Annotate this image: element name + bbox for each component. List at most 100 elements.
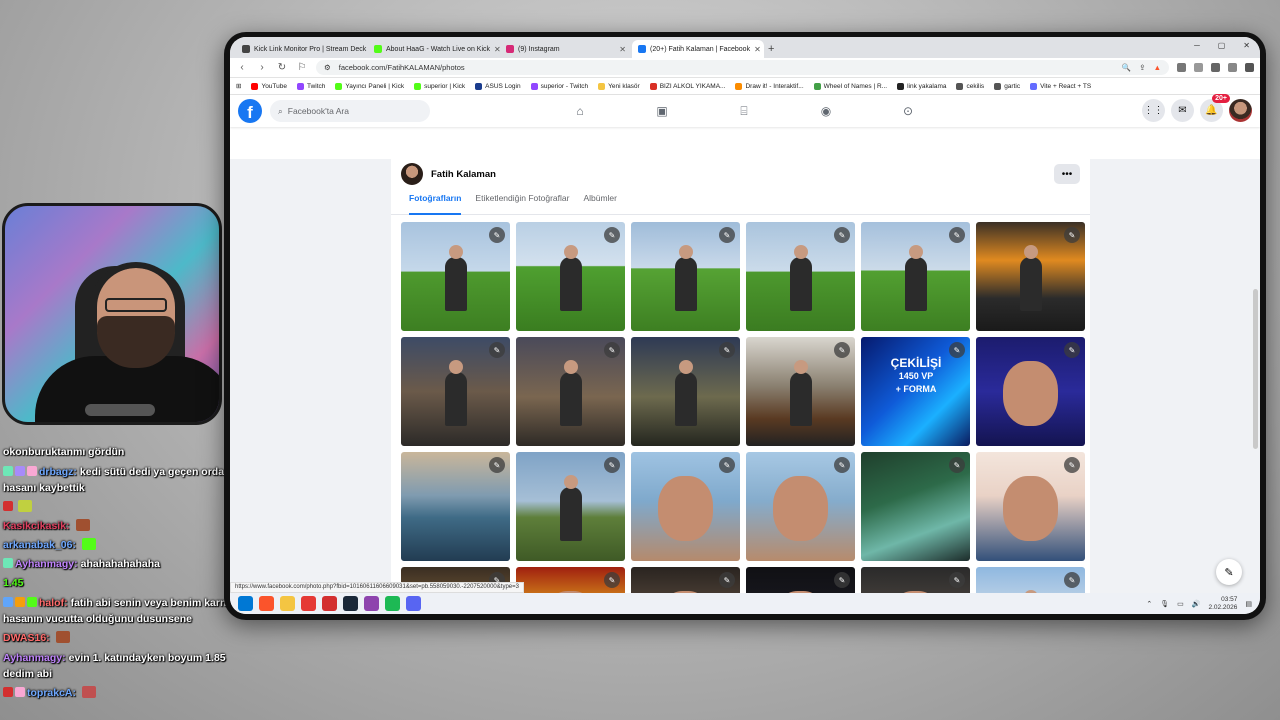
- menu-grid-icon[interactable]: ⋮⋮: [1142, 99, 1165, 122]
- back-icon[interactable]: ‹: [236, 62, 248, 73]
- bookmark-item[interactable]: cekilis: [956, 82, 984, 90]
- brave-shield-icon[interactable]: ▲: [1154, 63, 1161, 72]
- site-info-icon[interactable]: ⚙: [324, 63, 331, 72]
- tab-photos-2[interactable]: Albümler: [583, 189, 617, 215]
- bookmark-item[interactable]: superior | Kick: [414, 82, 465, 90]
- windows-start-icon[interactable]: [238, 596, 253, 611]
- photo-thumbnail[interactable]: ✎: [861, 567, 970, 593]
- bookmark-item[interactable]: Yayıncı Paneli | Kick: [335, 82, 404, 90]
- edit-pencil-icon[interactable]: ✎: [719, 572, 735, 588]
- edit-pencil-icon[interactable]: ✎: [719, 457, 735, 473]
- edit-pencil-icon[interactable]: ✎: [949, 457, 965, 473]
- zoom-icon[interactable]: 🔍: [1122, 63, 1131, 72]
- edit-pencil-icon[interactable]: ✎: [1064, 227, 1080, 243]
- photo-thumbnail[interactable]: ✎: [976, 567, 1085, 593]
- obs-icon[interactable]: [322, 596, 337, 611]
- address-bar[interactable]: ⚙ facebook.com/FatihKALAMAN/photos 🔍 ⇪ ▲: [316, 60, 1169, 75]
- photo-thumbnail[interactable]: ✎: [861, 222, 970, 331]
- edit-pencil-icon[interactable]: ✎: [949, 227, 965, 243]
- extension-icon[interactable]: [1228, 63, 1237, 72]
- bookmark-item[interactable]: Vite + React + TS: [1030, 82, 1091, 90]
- edit-pencil-icon[interactable]: ✎: [834, 342, 850, 358]
- photo-thumbnail[interactable]: ✎: [516, 567, 625, 593]
- sidebar-icon[interactable]: [1211, 63, 1220, 72]
- edit-pencil-icon[interactable]: ✎: [834, 572, 850, 588]
- photo-thumbnail[interactable]: ✎: [746, 452, 855, 561]
- photo-thumbnail[interactable]: ✎: [976, 452, 1085, 561]
- browser-tab[interactable]: About HaaG - Watch Live on Kick ✕: [368, 40, 500, 58]
- chat-username[interactable]: Kasikcikasik:: [3, 520, 70, 532]
- groups-icon[interactable]: ◉: [816, 104, 836, 118]
- profile-name[interactable]: Fatih Kalaman: [431, 169, 496, 180]
- chat-username[interactable]: DWAS16:: [3, 632, 50, 644]
- marketplace-icon[interactable]: ⌸: [734, 104, 754, 119]
- extension-icon[interactable]: [1177, 63, 1186, 72]
- bookmark-item[interactable]: gartic: [994, 82, 1020, 90]
- edit-pencil-icon[interactable]: ✎: [719, 342, 735, 358]
- profile-avatar[interactable]: [401, 163, 423, 185]
- photo-thumbnail[interactable]: ✎: [746, 337, 855, 446]
- bookmark-item[interactable]: ASUS Login: [475, 82, 521, 90]
- chat-username[interactable]: Ayhanmagy:: [15, 558, 78, 570]
- photo-thumbnail[interactable]: ✎: [631, 337, 740, 446]
- edit-pencil-icon[interactable]: ✎: [949, 572, 965, 588]
- edit-pencil-icon[interactable]: ✎: [604, 227, 620, 243]
- photo-thumbnail[interactable]: ✎: [631, 567, 740, 593]
- photo-thumbnail[interactable]: ✎: [401, 452, 510, 561]
- bookmark-item[interactable]: Twitch: [297, 82, 325, 90]
- notification-center-icon[interactable]: ▤: [1245, 600, 1252, 608]
- edit-pencil-icon[interactable]: ✎: [604, 572, 620, 588]
- messenger-icon[interactable]: ✉: [1171, 99, 1194, 122]
- video-icon[interactable]: ▣: [652, 104, 672, 118]
- share-icon[interactable]: ⇪: [1139, 63, 1145, 72]
- photo-thumbnail[interactable]: ✎: [976, 337, 1085, 446]
- reload-icon[interactable]: ↻: [276, 62, 288, 73]
- chat-username[interactable]: halof:: [39, 597, 68, 609]
- forward-icon[interactable]: ›: [256, 62, 268, 73]
- chat-username[interactable]: arkanabak_06:: [3, 539, 76, 551]
- bookmark-item[interactable]: Yeni klasör: [598, 82, 640, 90]
- notifications-icon[interactable]: 🔔 20+: [1200, 94, 1230, 122]
- photo-thumbnail[interactable]: ✎: [516, 452, 625, 561]
- bookmark-icon[interactable]: ⚐: [296, 62, 308, 73]
- photo-thumbnail[interactable]: ✎: [401, 337, 510, 446]
- photo-thumbnail[interactable]: ÇEKİLİŞİ 1450 VP + FORMA ✎: [861, 337, 970, 446]
- photo-thumbnail[interactable]: ✎: [976, 222, 1085, 331]
- pin-icon[interactable]: [301, 596, 316, 611]
- new-message-button[interactable]: ✎: [1216, 559, 1242, 585]
- bookmark-item[interactable]: link yakalama: [897, 82, 946, 90]
- extension-icon[interactable]: [1194, 63, 1203, 72]
- edit-pencil-icon[interactable]: ✎: [1064, 457, 1080, 473]
- more-options-button[interactable]: •••: [1054, 164, 1080, 184]
- folder-icon[interactable]: [280, 596, 295, 611]
- spotify-icon[interactable]: [385, 596, 400, 611]
- edit-pencil-icon[interactable]: ✎: [834, 227, 850, 243]
- mic-icon[interactable]: 🎙: [1160, 600, 1169, 608]
- network-icon[interactable]: ▭: [1177, 600, 1184, 608]
- bookmark-item[interactable]: BIZI ALKOL YIKAMA...: [649, 82, 725, 90]
- photo-thumbnail[interactable]: ✎: [746, 222, 855, 331]
- photo-thumbnail[interactable]: ✎: [516, 337, 625, 446]
- clock[interactable]: 03:57 2.02.2026: [1208, 596, 1237, 612]
- facebook-search-input[interactable]: ⌕ Facebook'ta Ara: [270, 100, 430, 122]
- tab-photos-0[interactable]: Fotoğrafların: [409, 189, 462, 215]
- account-avatar[interactable]: [1229, 99, 1252, 122]
- steam-icon[interactable]: [343, 596, 358, 611]
- chat-username[interactable]: Ayhanmagy:: [3, 652, 66, 664]
- facebook-logo-icon[interactable]: f: [238, 99, 262, 123]
- edit-pencil-icon[interactable]: ✎: [1064, 342, 1080, 358]
- photo-thumbnail[interactable]: ✎: [631, 222, 740, 331]
- edit-pencil-icon[interactable]: ✎: [489, 342, 505, 358]
- edit-pencil-icon[interactable]: ✎: [949, 342, 965, 358]
- photo-thumbnail[interactable]: ✎: [401, 222, 510, 331]
- edit-pencil-icon[interactable]: ✎: [834, 457, 850, 473]
- scrollbar[interactable]: [1253, 289, 1258, 449]
- volume-icon[interactable]: 🔊: [1192, 600, 1201, 608]
- app-icon[interactable]: [364, 596, 379, 611]
- chat-username[interactable]: toprakcA:: [27, 687, 76, 699]
- bookmark-item[interactable]: superior - Twitch: [530, 82, 588, 90]
- chat-username[interactable]: drbagz:: [39, 466, 77, 478]
- minimize-icon[interactable]: ─: [1194, 41, 1200, 50]
- browser-tab[interactable]: Kick Link Monitor Pro | Stream Deck✕: [236, 40, 368, 58]
- bookmark-item[interactable]: Draw it! - Interaktif...: [735, 82, 804, 90]
